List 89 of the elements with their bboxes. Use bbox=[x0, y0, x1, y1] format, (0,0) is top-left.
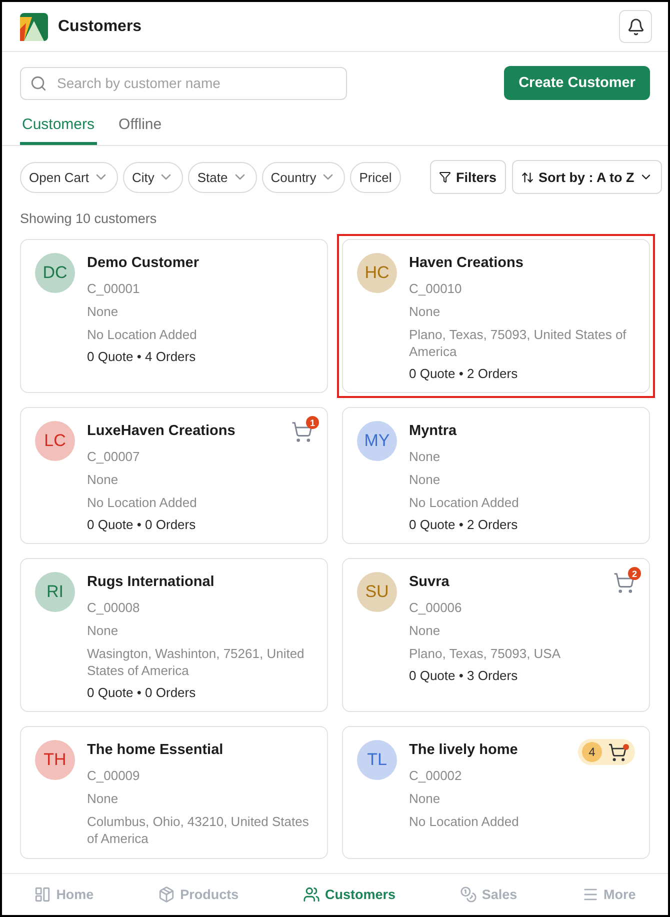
bell-icon bbox=[626, 18, 644, 36]
customer-detail: C_00007 bbox=[87, 448, 140, 465]
avatar-initials: DC bbox=[42, 263, 68, 283]
filter-chip[interactable]: Pricel bbox=[350, 162, 401, 192]
customer-detail: C_00006 bbox=[409, 599, 462, 616]
customer-card[interactable]: MY Myntra None None No Location Added 0 Quote • 2 Orders bbox=[342, 407, 650, 544]
customer-name: Demo Customer bbox=[87, 255, 199, 271]
customer-detail: No Location Added bbox=[409, 813, 519, 830]
page-title: Customers bbox=[58, 18, 143, 36]
avatar-initials: TH bbox=[44, 750, 66, 770]
avatar-initials: SU bbox=[365, 582, 389, 602]
customer-detail: C_00002 bbox=[409, 767, 462, 784]
box-icon bbox=[158, 886, 176, 903]
cart-count: 1 bbox=[306, 416, 319, 429]
nav-item[interactable]: Customers bbox=[296, 885, 402, 904]
customer-name: Myntra bbox=[409, 423, 457, 439]
dot-icon bbox=[623, 744, 629, 750]
customer-count: Showing 10 customers bbox=[19, 211, 158, 226]
filter-chip[interactable]: Open Cart bbox=[20, 162, 118, 192]
customer-card[interactable]: TH The home Essential C_00009 None Columbus, Ohio, 43210, United States of America bbox=[20, 726, 328, 859]
customer-name: Suvra bbox=[409, 574, 450, 590]
cart-count: 4 bbox=[582, 742, 602, 762]
tab[interactable]: Customers bbox=[20, 112, 97, 145]
customer-detail: None bbox=[87, 471, 118, 488]
menu-icon bbox=[582, 886, 599, 903]
notifications-button[interactable] bbox=[619, 10, 652, 43]
cart-icon bbox=[291, 421, 313, 443]
customer-card[interactable]: RI Rugs International C_00008 None Wasington, Washinton, 75261, United States of America 0 Quote • 0 Orders bbox=[20, 558, 328, 712]
filters-button[interactable]: Filters bbox=[430, 160, 506, 194]
sort-button[interactable]: Sort by : A to Z bbox=[512, 160, 662, 194]
cart-button[interactable]: 1 bbox=[291, 416, 319, 443]
customer-detail: C_00010 bbox=[409, 280, 462, 297]
customer-detail: None bbox=[409, 303, 440, 320]
avatar-initials: LC bbox=[44, 431, 66, 451]
cart-button[interactable]: 2 bbox=[613, 567, 641, 594]
quote-order-summary: 0 Quote • 4 Orders bbox=[87, 349, 196, 364]
customer-detail: None bbox=[409, 471, 440, 488]
customer-name: The lively home bbox=[409, 742, 518, 758]
tab[interactable]: Offline bbox=[116, 112, 164, 145]
coins-icon bbox=[460, 886, 477, 903]
customer-detail: Columbus, Ohio, 43210, United States of America bbox=[87, 813, 310, 847]
quote-order-summary: 0 Quote • 0 Orders bbox=[87, 685, 196, 700]
quote-order-summary: 0 Quote • 0 Orders bbox=[87, 517, 196, 532]
customer-detail: None bbox=[409, 622, 440, 639]
customer-card[interactable]: DC Demo Customer C_00001 None No Location Added 0 Quote • 4 Orders bbox=[20, 239, 328, 393]
sort-icon bbox=[520, 170, 534, 184]
customer-name: LuxeHaven Creations bbox=[87, 423, 236, 439]
filter-chip[interactable]: City bbox=[122, 162, 184, 192]
customer-detail: None bbox=[409, 448, 440, 465]
customer-detail: None bbox=[87, 303, 118, 320]
customer-detail: Plano, Texas, 75093, USA bbox=[409, 645, 561, 662]
quote-order-summary: 0 Quote • 3 Orders bbox=[409, 668, 518, 683]
customer-detail: No Location Added bbox=[87, 326, 197, 343]
cart-count: 2 bbox=[628, 567, 641, 580]
app-logo-icon bbox=[20, 12, 48, 40]
avatar-initials: HC bbox=[364, 263, 390, 283]
customer-card[interactable]: LC LuxeHaven Creations C_00007 None No Location Added 0 Quote • 0 Orders 1 bbox=[20, 407, 328, 544]
search-icon bbox=[30, 74, 47, 92]
avatar-initials: RI bbox=[46, 582, 64, 602]
cart-pill[interactable]: 4 bbox=[578, 739, 635, 765]
customer-detail: C_00001 bbox=[87, 280, 140, 297]
customer-name: Rugs International bbox=[87, 574, 214, 590]
filter-chip[interactable]: Country bbox=[262, 162, 346, 192]
customer-detail: Plano, Texas, 75093, United States of America bbox=[409, 326, 628, 360]
cart-icon bbox=[613, 572, 635, 594]
customer-card[interactable]: SU Suvra C_00006 None Plano, Texas, 75093, USA 0 Quote • 3 Orders 2 bbox=[342, 558, 650, 712]
grid-icon bbox=[34, 886, 52, 903]
avatar-initials: MY bbox=[364, 431, 390, 451]
customer-detail: No Location Added bbox=[409, 494, 519, 511]
customer-detail: C_00009 bbox=[87, 767, 140, 784]
customer-detail: Wasington, Washinton, 75261, United States of America bbox=[87, 645, 306, 679]
filter-icon bbox=[439, 171, 451, 183]
create-customer-button[interactable]: Create Customer bbox=[504, 66, 650, 100]
customer-detail: None bbox=[87, 622, 118, 639]
avatar-initials: TL bbox=[367, 750, 387, 770]
quote-order-summary: 0 Quote • 2 Orders bbox=[409, 366, 518, 381]
quote-order-summary: 0 Quote • 2 Orders bbox=[409, 517, 518, 532]
customer-name: Haven Creations bbox=[409, 255, 524, 271]
customer-detail: None bbox=[409, 790, 440, 807]
search-field[interactable]: Search by customer name bbox=[20, 66, 347, 100]
customer-detail: None bbox=[87, 790, 118, 807]
customer-card[interactable]: TL The lively home C_00002 None No Location Added 4 bbox=[342, 726, 650, 859]
cart-icon bbox=[608, 742, 627, 762]
users-icon bbox=[302, 886, 320, 903]
filter-chip[interactable]: State bbox=[188, 162, 257, 192]
customer-detail: C_00008 bbox=[87, 599, 140, 616]
customer-card[interactable]: HC Haven Creations C_00010 None Plano, Texas, 75093, United States of America 0 Quote • 2 Orders bbox=[342, 239, 650, 393]
customer-name: The home Essential bbox=[87, 742, 224, 758]
customer-detail: No Location Added bbox=[87, 494, 197, 511]
